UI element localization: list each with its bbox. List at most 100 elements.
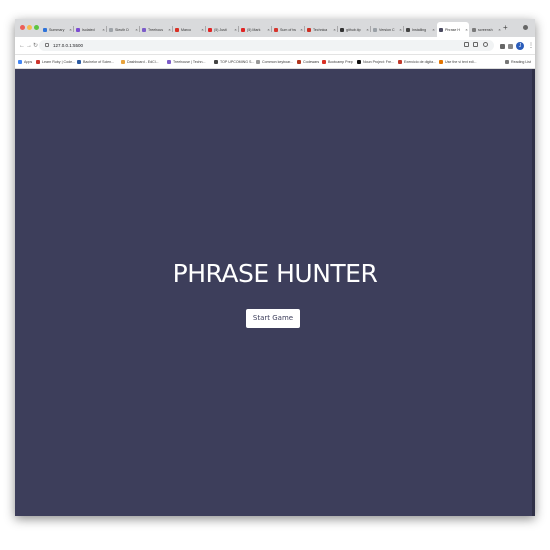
- page-title: PHRASE HUNTER: [172, 259, 378, 288]
- back-icon[interactable]: ←: [19, 42, 25, 50]
- new-tab-button[interactable]: +: [503, 23, 508, 33]
- bookmark-item[interactable]: Treehouse | Techn...: [167, 58, 206, 66]
- bookmark-label: Exercicio de digita...: [404, 60, 437, 64]
- bookmark-item[interactable]: Dashboard - EdCl...: [121, 58, 159, 66]
- bookmark-favicon-icon: [121, 60, 125, 64]
- tab-title: Summary: [49, 27, 65, 32]
- tab-title: github.tip: [346, 27, 361, 32]
- bookmark-item[interactable]: Common keyboar...: [256, 58, 293, 66]
- tab-search-icon[interactable]: [523, 25, 528, 30]
- bookmark-favicon-icon: [322, 60, 326, 64]
- bookmark-item[interactable]: Exercicio de digita...: [398, 58, 436, 66]
- bookmark-item[interactable]: Bachelor of Scien...: [77, 58, 114, 66]
- bookmark-label: Use the vi text edi...: [445, 60, 477, 64]
- browser-toolbar: ← → ↻ 127.0.0.1:5500 J ⋮: [15, 37, 535, 55]
- bookmark-label: Apps: [24, 60, 33, 64]
- tab-favicon-icon: [472, 27, 476, 32]
- media-control-icon[interactable]: [508, 44, 513, 49]
- browser-tab[interactable]: Summary ×: [41, 22, 73, 37]
- bookmark-label: Dashboard - EdCl...: [127, 60, 159, 64]
- bookmark-favicon-icon: [18, 60, 22, 64]
- tab-title: Treehous: [148, 27, 164, 32]
- tab-favicon-icon: [439, 27, 443, 32]
- address-bar[interactable]: 127.0.0.1:5500: [39, 40, 494, 51]
- qr-code-icon[interactable]: [473, 42, 478, 47]
- close-tab-icon[interactable]: ×: [431, 27, 436, 32]
- tab-favicon-icon: [340, 27, 344, 32]
- browser-tab[interactable]: Isolated ×: [74, 22, 106, 37]
- browser-tab[interactable]: Treehous ×: [140, 22, 172, 37]
- browser-tab[interactable]: (5) Justi ×: [206, 22, 238, 37]
- bookmark-item[interactable]: Apps: [18, 58, 32, 66]
- close-tab-icon[interactable]: ×: [497, 27, 502, 32]
- browser-tab[interactable]: Sleuth D ×: [107, 22, 139, 37]
- bookmark-favicon-icon: [439, 60, 443, 64]
- bookmark-favicon-icon: [398, 60, 402, 64]
- bookmark-label: Treehouse | Techn...: [173, 60, 206, 64]
- scrollbar[interactable]: [532, 69, 535, 516]
- tab-title: (5) Justi: [214, 27, 227, 32]
- reading-list-button[interactable]: Reading List: [505, 58, 531, 66]
- bookmark-item[interactable]: TOP UPCOMING S...: [214, 58, 254, 66]
- bookmarks-bar: Apps Learn Ruby | Code... Bachelor of Scie…: [15, 55, 535, 69]
- bookmark-item[interactable]: Codewars: [297, 58, 319, 66]
- reading-list-icon: [505, 60, 509, 64]
- bookmark-item[interactable]: Noun Project: Fre...: [357, 58, 394, 66]
- site-info-icon[interactable]: [45, 43, 49, 47]
- tab-favicon-icon: [43, 27, 47, 32]
- tab-favicon-icon: [208, 27, 212, 32]
- page-viewport: PHRASE HUNTER Start Game: [15, 69, 535, 516]
- browser-menu-icon[interactable]: ⋮: [528, 43, 534, 49]
- minimize-window-icon[interactable]: [27, 25, 32, 30]
- maximize-window-icon[interactable]: [34, 25, 39, 30]
- reading-list-label: Reading List: [511, 60, 531, 64]
- tab-title: Marco: [181, 27, 191, 32]
- tab-favicon-icon: [76, 27, 80, 32]
- tab-favicon-icon: [406, 27, 410, 32]
- browser-tab[interactable]: (5) Mark ×: [239, 22, 271, 37]
- tab-favicon-icon: [109, 27, 113, 32]
- browser-tab[interactable]: Installing ×: [404, 22, 436, 37]
- tab-title: screensh: [478, 27, 493, 32]
- bookmark-label: TOP UPCOMING S...: [220, 60, 255, 64]
- bookmark-favicon-icon: [167, 60, 171, 64]
- browser-tab[interactable]: Sum of tw ×: [272, 22, 304, 37]
- browser-tab[interactable]: screensh ×: [470, 22, 502, 37]
- browser-tab[interactable]: Version C ×: [371, 22, 403, 37]
- close-tab-icon[interactable]: ×: [464, 27, 469, 32]
- bookmark-favicon-icon: [36, 60, 40, 64]
- tab-favicon-icon: [241, 27, 245, 32]
- bookmark-label: Common keyboar...: [262, 60, 294, 64]
- cast-icon[interactable]: [464, 42, 469, 47]
- bookmark-label: Learn Ruby | Code...: [42, 60, 76, 64]
- start-game-button[interactable]: Start Game: [246, 309, 300, 328]
- browser-window: Summary × Isolated × Sleuth D × Treehous × Marco…: [15, 19, 535, 516]
- browser-tab[interactable]: Marco ×: [173, 22, 205, 37]
- bookmark-item[interactable]: Bootcamp Prep: [322, 58, 353, 66]
- bookmark-label: Bachelor of Scien...: [83, 60, 115, 64]
- bookmark-item[interactable]: Learn Ruby | Code...: [36, 58, 75, 66]
- extension-icon[interactable]: [500, 44, 505, 49]
- browser-tab[interactable]: Technica ×: [305, 22, 337, 37]
- tab-title: Sum of tw: [280, 27, 296, 32]
- bookmark-favicon-icon: [297, 60, 301, 64]
- profile-avatar[interactable]: J: [516, 42, 524, 50]
- browser-tab[interactable]: github.tip ×: [338, 22, 370, 37]
- bookmark-star-icon[interactable]: [483, 42, 488, 47]
- browser-tab[interactable]: Phrase H ×: [437, 22, 469, 37]
- forward-icon[interactable]: →: [26, 42, 32, 50]
- bookmark-favicon-icon: [357, 60, 361, 64]
- close-window-icon[interactable]: [20, 25, 25, 30]
- tab-title: Sleuth D: [115, 27, 129, 32]
- bookmark-label: Bootcamp Prep: [328, 60, 353, 64]
- bookmark-favicon-icon: [77, 60, 81, 64]
- tab-title: Technica: [313, 27, 328, 32]
- bookmark-label: Noun Project: Fre...: [363, 60, 395, 64]
- url-text: 127.0.0.1:5500: [53, 43, 84, 48]
- tab-favicon-icon: [274, 27, 278, 32]
- bookmark-item[interactable]: Use the vi text edi...: [439, 58, 477, 66]
- bookmark-favicon-icon: [214, 60, 218, 64]
- reload-icon[interactable]: ↻: [33, 42, 38, 50]
- tab-favicon-icon: [175, 27, 179, 32]
- tab-title: Installing: [412, 27, 427, 32]
